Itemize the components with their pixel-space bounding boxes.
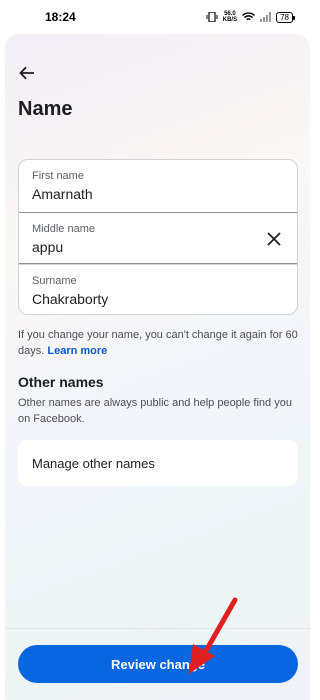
annotation-arrow-icon <box>189 597 238 674</box>
review-change-button[interactable]: Review change <box>18 645 298 683</box>
wifi-icon <box>242 12 256 21</box>
middle-name-value[interactable]: appu <box>32 239 284 255</box>
vibrate-icon <box>206 12 218 22</box>
status-icons: 56.0 KB/S 78 <box>206 11 295 23</box>
back-button[interactable] <box>17 64 37 82</box>
arrow-left-icon <box>19 66 34 80</box>
surname-field[interactable]: Surname Chakraborty <box>19 264 297 314</box>
bottom-action-bar: Review change <box>5 628 310 700</box>
surname-value[interactable]: Chakraborty <box>32 291 284 307</box>
surname-label: Surname <box>32 275 77 287</box>
battery-icon: 78 <box>276 11 295 23</box>
name-sheet: Name First name Amarnath Middle name app… <box>5 34 310 700</box>
manage-other-names-button[interactable]: Manage other names <box>18 440 298 486</box>
first-name-value[interactable]: Amarnath <box>32 186 284 202</box>
signal-icon <box>260 12 272 22</box>
manage-other-names-label: Manage other names <box>32 455 155 471</box>
status-time: 18:24 <box>45 10 76 24</box>
first-name-field[interactable]: First name Amarnath <box>19 160 297 212</box>
other-names-title: Other names <box>18 374 104 390</box>
name-change-notice: If you change your name, you can't chang… <box>18 327 300 359</box>
other-names-description: Other names are always public and help p… <box>18 397 292 425</box>
network-speed: 56.0 KB/S <box>223 11 237 23</box>
middle-name-label: Middle name <box>32 223 95 235</box>
middle-name-field[interactable]: Middle name appu <box>19 212 297 264</box>
clear-icon[interactable] <box>265 230 283 248</box>
first-name-label: First name <box>32 170 84 182</box>
status-bar: 18:24 56.0 KB/S 78 <box>0 0 315 34</box>
page-title: Name <box>18 98 73 120</box>
network-speed-unit: KB/S <box>222 17 238 23</box>
learn-more-link[interactable]: Learn more <box>47 345 107 357</box>
name-fields-card: First name Amarnath Middle name appu Sur… <box>18 159 298 315</box>
